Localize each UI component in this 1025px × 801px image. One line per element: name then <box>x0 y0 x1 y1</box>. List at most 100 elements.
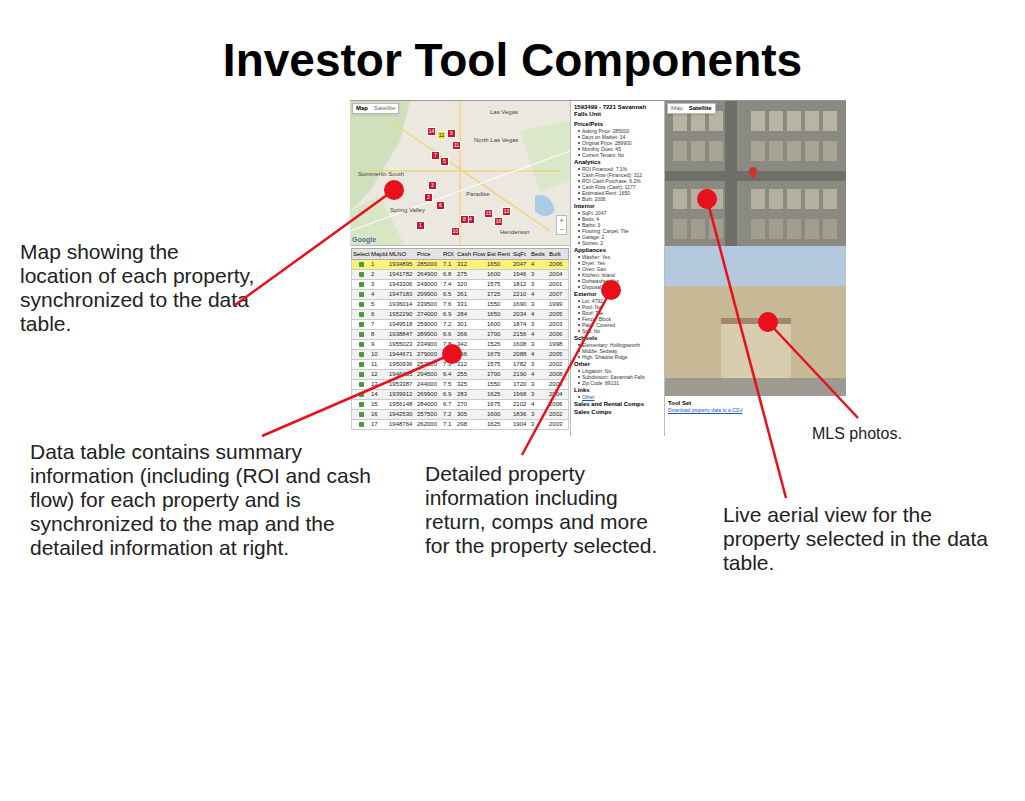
table-row[interactable]: 1019446712790007.02961675208842005 <box>351 350 569 360</box>
column-header[interactable]: ROI <box>442 251 456 258</box>
select-cell[interactable] <box>352 272 370 277</box>
column-header[interactable]: Est Rent <box>486 251 512 258</box>
edit-icon[interactable] <box>359 282 364 287</box>
edit-icon[interactable] <box>359 332 364 337</box>
table-row[interactable]: 219417822649006.82751600194632004 <box>351 270 569 280</box>
select-cell[interactable] <box>352 422 370 427</box>
section-item[interactable]: Other <box>574 394 661 400</box>
column-header[interactable]: MLNO <box>388 251 416 258</box>
map-pin[interactable]: 10 <box>451 227 460 236</box>
edit-icon[interactable] <box>359 402 364 407</box>
map-pin[interactable]: 16 <box>494 217 503 226</box>
callout-text: Live aerial view for the property select… <box>723 503 988 575</box>
callout-line <box>707 199 786 498</box>
map-pin[interactable]: 9 <box>447 129 456 138</box>
select-cell[interactable] <box>352 302 370 307</box>
map-pin[interactable]: 3 <box>428 181 437 190</box>
column-header[interactable]: SqFt <box>512 251 530 258</box>
edit-icon[interactable] <box>359 422 364 427</box>
select-cell[interactable] <box>352 262 370 267</box>
edit-icon[interactable] <box>359 382 364 387</box>
select-cell[interactable] <box>352 362 370 367</box>
edit-icon[interactable] <box>359 272 364 277</box>
table-cell: 1 <box>370 261 388 268</box>
table-cell: 266 <box>456 331 486 338</box>
select-cell[interactable] <box>352 372 370 377</box>
map-pin[interactable]: 8 <box>460 215 469 224</box>
zoom-button[interactable]: + <box>557 216 566 225</box>
edit-icon[interactable] <box>359 352 364 357</box>
edit-icon[interactable] <box>359 372 364 377</box>
view-button[interactable]: Map <box>353 104 371 113</box>
table-row[interactable]: 919550232349007.83421525160831998 <box>351 340 569 350</box>
table-cell: 305 <box>456 411 486 418</box>
table-row[interactable]: 1419399122699006.92831625196832004 <box>351 390 569 400</box>
edit-icon[interactable] <box>359 262 364 267</box>
edit-icon[interactable] <box>359 312 364 317</box>
table-row[interactable]: 1719487642620007.12981625190432003 <box>351 420 569 430</box>
details-section: ExteriorLot: 4792Pool: NoRoof: TileFence… <box>574 290 661 334</box>
table-cell: 2002 <box>548 411 566 418</box>
select-cell[interactable] <box>352 312 370 317</box>
column-header[interactable]: Built <box>548 251 566 258</box>
select-cell[interactable] <box>352 322 370 327</box>
column-header[interactable]: MapId <box>370 251 388 258</box>
table-row[interactable]: 1319533872440007.53251550172032000 <box>351 380 569 390</box>
edit-icon[interactable] <box>359 362 364 367</box>
select-cell[interactable] <box>352 292 370 297</box>
table-row[interactable]: 819388472899006.62661700215642006 <box>351 330 569 340</box>
edit-icon[interactable] <box>359 322 364 327</box>
column-header[interactable]: Price <box>416 251 442 258</box>
table-row[interactable]: 1619425302575007.23051600183632002 <box>351 410 569 420</box>
zoom-button[interactable]: − <box>557 225 566 234</box>
section-title: Exterior <box>574 290 661 298</box>
map-pin[interactable]: 7 <box>431 151 440 160</box>
select-cell[interactable] <box>352 282 370 287</box>
table-cell: 6.9 <box>442 311 456 318</box>
select-cell[interactable] <box>352 352 370 357</box>
csv-download-link[interactable]: Download property data to a CSV <box>668 407 843 414</box>
map-pin[interactable]: 13 <box>502 207 511 216</box>
table-row[interactable]: 119348952850007.13121650204742006 <box>351 260 569 270</box>
select-cell[interactable] <box>352 382 370 387</box>
table-cell: 16 <box>370 411 388 418</box>
edit-icon[interactable] <box>359 342 364 347</box>
edit-icon[interactable] <box>359 392 364 397</box>
edit-icon[interactable] <box>359 302 364 307</box>
select-cell[interactable] <box>352 402 370 407</box>
view-button[interactable]: Satellite <box>371 104 398 113</box>
map-pin[interactable]: 11 <box>452 141 461 150</box>
table-row[interactable]: 1219462052945006.42551700219042008 <box>351 370 569 380</box>
table-row[interactable]: 519360142395007.63311550169031999 <box>351 300 569 310</box>
column-header[interactable]: Select <box>352 251 370 258</box>
map-pin[interactable]: 12 <box>437 131 446 140</box>
column-header[interactable]: Beds <box>530 251 548 258</box>
select-cell[interactable] <box>352 332 370 337</box>
map-pin[interactable]: 15 <box>484 209 493 218</box>
edit-icon[interactable] <box>359 412 364 417</box>
map-pin[interactable]: 14 <box>427 127 436 136</box>
table-cell: 1946205 <box>388 371 416 378</box>
map-pin[interactable]: 1 <box>416 221 425 230</box>
table-row[interactable]: 719495182590007.23011600187432003 <box>351 320 569 330</box>
map-pin[interactable]: 6 <box>436 201 445 210</box>
select-cell[interactable] <box>352 392 370 397</box>
view-button[interactable]: Satellite <box>686 104 715 113</box>
view-button[interactable]: Map <box>668 104 686 113</box>
map-pin[interactable]: 2 <box>424 193 433 202</box>
table-row[interactable]: 1519561482840006.72701675210242006 <box>351 400 569 410</box>
aerial-view[interactable]: MapSatellite <box>665 101 846 246</box>
table-row[interactable]: 619522902740006.92841650203442005 <box>351 310 569 320</box>
map[interactable]: Las VegasNorth Las VegasParadiseSpring V… <box>350 101 570 246</box>
section-title: Other <box>574 360 661 368</box>
table-row[interactable]: 319433062490007.43201575181232001 <box>351 280 569 290</box>
table-row[interactable]: 419471832999006.52611725221042007 <box>351 290 569 300</box>
map-pin[interactable]: 5 <box>440 157 449 166</box>
table-row[interactable]: 1119509362525007.33121575178232002 <box>351 360 569 370</box>
section-item: High: Shadow Ridge <box>574 354 661 360</box>
column-header[interactable]: Cash Flow <box>456 251 486 258</box>
edit-icon[interactable] <box>359 292 364 297</box>
select-cell[interactable] <box>352 412 370 417</box>
place-label: Paradise <box>466 191 490 198</box>
select-cell[interactable] <box>352 342 370 347</box>
